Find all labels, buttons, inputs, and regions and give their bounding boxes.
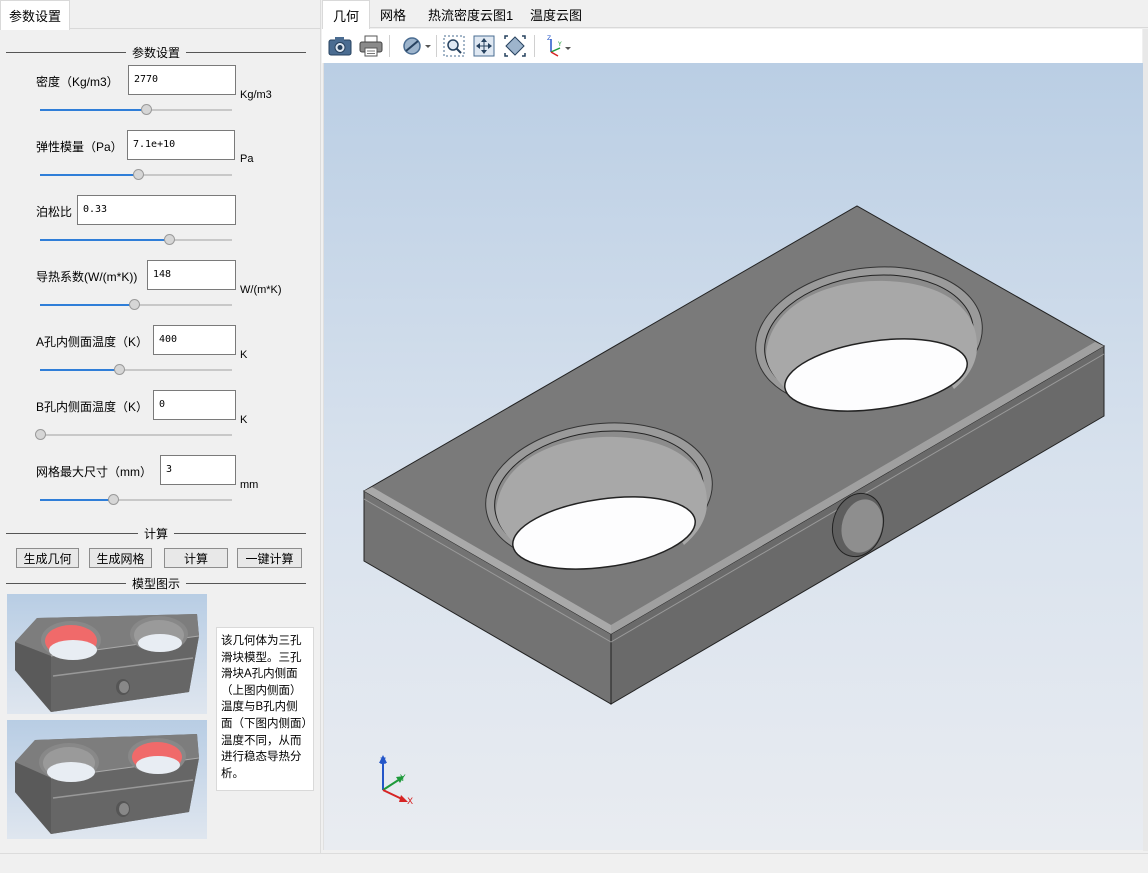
thermal-conductivity-unit: W/(m*K) (240, 284, 282, 296)
model-image-hole-a (7, 594, 207, 714)
viewer-toolbar: ZY (322, 29, 1142, 63)
hole-a-temp-label: A孔内侧面温度（K） (36, 335, 149, 349)
slider-thumb[interactable] (107, 494, 119, 505)
tab-mesh[interactable]: 网格 (370, 0, 416, 28)
hole-b-temp-unit: K (240, 414, 248, 426)
density-label: 密度（Kg/m3） (36, 75, 119, 89)
toolbar-separator (534, 35, 535, 57)
axis-label-y: Y (399, 774, 406, 784)
hole-a-temp-unit: K (240, 349, 248, 361)
axis-label-z: Z (380, 757, 386, 767)
tab-temperature-contour[interactable]: 温度云图 (520, 0, 592, 28)
svg-text:Y: Y (557, 41, 562, 48)
poisson-ratio-label: 泊松比 (36, 205, 73, 219)
fit-all-icon[interactable] (471, 33, 497, 59)
tab-geometry[interactable]: 几何 (322, 0, 371, 29)
model-section-title: 模型图示 (125, 575, 187, 592)
poisson-ratio-slider[interactable] (40, 234, 232, 246)
view-style-icon[interactable] (400, 33, 434, 59)
toolbar-separator (436, 35, 437, 57)
poisson-ratio-input[interactable]: 0.33 (77, 195, 236, 225)
hole-b-temp-slider[interactable] (35, 429, 232, 441)
thermal-conductivity-label: 导热系数(W/(m*K)) (36, 270, 138, 284)
mesh-size-input[interactable]: 3 (160, 455, 236, 485)
view-tab-bar: 几何 网格 热流密度云图1 温度云图 (322, 0, 1148, 29)
hole-b-temp-input[interactable]: 0 (153, 390, 236, 420)
mesh-size-label: 网格最大尺寸（mm） (36, 465, 152, 479)
hole-a-temp-input[interactable]: 400 (153, 325, 236, 355)
slider-block-model: Z Y X (363, 205, 1106, 807)
left-tab-bar: 参数设置 (0, 0, 321, 30)
elastic-modulus-slider[interactable] (40, 169, 232, 181)
slider-thumb[interactable] (140, 104, 152, 115)
model-section-header: 模型图示 (6, 575, 306, 592)
slider-thumb[interactable] (132, 169, 144, 180)
density-input[interactable]: 2770 (128, 65, 236, 95)
model-image-hole-b (7, 720, 207, 839)
density-unit: Kg/m3 (240, 89, 272, 101)
slider-thumb[interactable] (113, 364, 125, 375)
param-section-header: 参数设置 (6, 44, 306, 61)
zoom-fit-icon[interactable] (502, 33, 528, 59)
compute-button[interactable]: 计算 (164, 548, 228, 568)
axes-orient-icon[interactable]: ZY (540, 33, 574, 59)
elastic-modulus-label: 弹性模量（Pa） (36, 140, 123, 154)
mesh-size-slider[interactable] (40, 494, 232, 506)
generate-geometry-button[interactable]: 生成几何 (16, 548, 79, 568)
axis-label-x: X (407, 797, 413, 807)
elastic-modulus-unit: Pa (240, 153, 254, 165)
toolbar-separator (389, 35, 390, 57)
one-click-compute-button[interactable]: 一键计算 (237, 548, 302, 568)
generate-mesh-button[interactable]: 生成网格 (89, 548, 152, 568)
camera-icon[interactable] (327, 33, 353, 59)
elastic-modulus-input[interactable]: 7.1e+10 (127, 130, 235, 160)
slider-thumb[interactable] (35, 429, 46, 440)
status-bar (0, 853, 1148, 873)
tab-heat-flux-contour[interactable]: 热流密度云图1 (418, 0, 523, 28)
right-edge-scrollbar[interactable] (1143, 29, 1148, 851)
zoom-box-icon[interactable] (441, 33, 467, 59)
thermal-conductivity-slider[interactable] (40, 299, 232, 311)
hole-b-temp-label: B孔内侧面温度（K） (36, 400, 149, 414)
3d-viewport[interactable]: Z Y X (323, 63, 1143, 850)
thermal-conductivity-input[interactable]: 148 (147, 260, 236, 290)
slider-thumb[interactable] (129, 299, 141, 310)
left-panel: 参数设置 参数设置 密度（Kg/m3） 2770 Kg/m3 弹性模量（Pa） … (0, 0, 321, 853)
mesh-size-unit: mm (240, 479, 259, 491)
density-slider[interactable] (40, 104, 232, 116)
slider-thumb[interactable] (163, 234, 175, 245)
tab-param-settings[interactable]: 参数设置 (0, 0, 70, 30)
svg-text:Z: Z (547, 35, 551, 42)
print-icon[interactable] (358, 33, 384, 59)
calc-section-header: 计算 (6, 525, 306, 542)
calc-section-title: 计算 (137, 525, 175, 542)
model-description: 该几何体为三孔滑块模型。三孔滑块A孔内侧面（上图内侧面）温度与B孔内侧面（下图内… (216, 627, 314, 791)
param-section-title: 参数设置 (125, 44, 187, 61)
hole-a-temp-slider[interactable] (40, 364, 232, 376)
